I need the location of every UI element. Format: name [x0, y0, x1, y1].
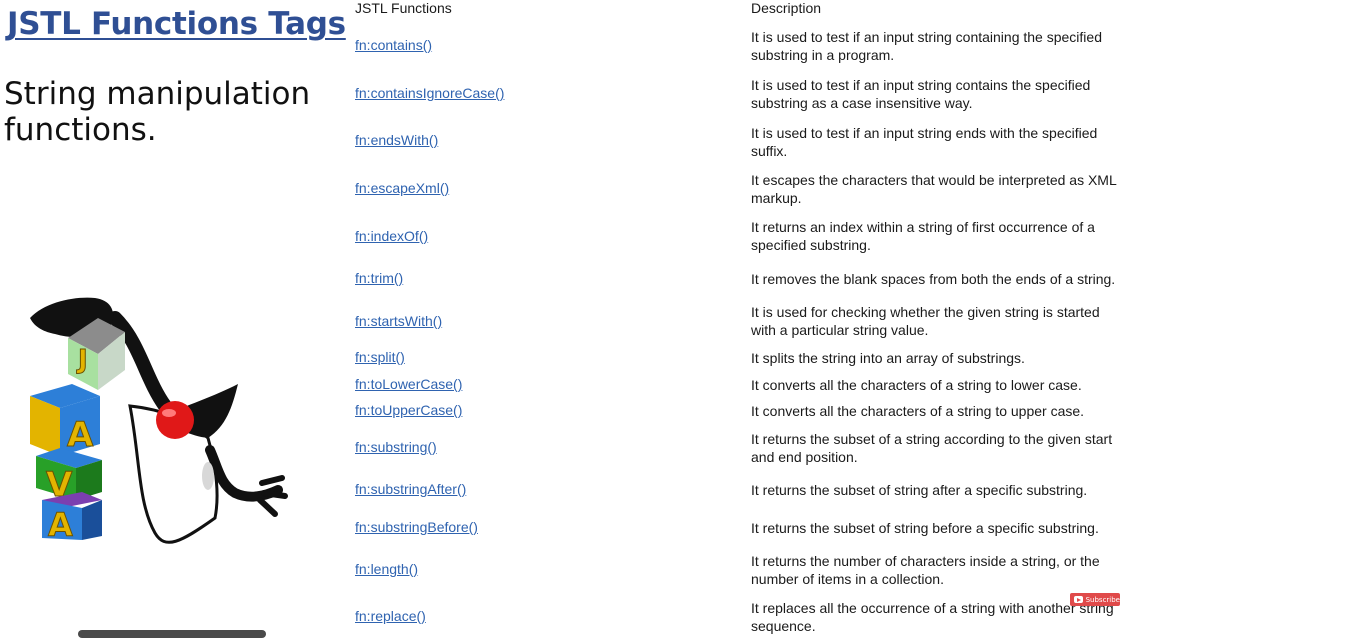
column-header-description: Description	[751, 0, 822, 16]
duke-right-arm-shade	[202, 462, 214, 490]
fn-contains-link[interactable]: fn:contains()	[355, 37, 432, 53]
fn-startswith-link[interactable]: fn:startsWith()	[355, 313, 442, 329]
desc-escapexml: It escapes the characters that would be …	[751, 172, 1117, 206]
duke-nose	[156, 401, 194, 439]
desc-substring: It returns the subset of a string accord…	[751, 431, 1113, 465]
a-block-top: A	[30, 384, 100, 456]
fn-substring-link[interactable]: fn:substring()	[355, 439, 437, 455]
duke-nose-shine	[162, 409, 176, 417]
fn-replace-link[interactable]: fn:replace()	[355, 608, 426, 624]
fn-split-link[interactable]: fn:split()	[355, 349, 405, 365]
subscribe-label: Subscribe	[1085, 595, 1120, 604]
fn-trim-link[interactable]: fn:trim()	[355, 270, 403, 286]
column-header-functions: JSTL Functions	[355, 0, 452, 16]
svg-text:J: J	[76, 345, 88, 375]
fn-endswith-link[interactable]: fn:endsWith()	[355, 132, 438, 148]
youtube-icon	[1074, 596, 1083, 603]
desc-contains: It is used to test if an input string co…	[751, 29, 1102, 63]
duke-right-arm	[205, 445, 283, 502]
page-subtitle: String manipulation functions.	[4, 76, 311, 148]
desc-length: It returns the number of characters insi…	[751, 553, 1100, 587]
fn-escapexml-link[interactable]: fn:escapeXml()	[355, 180, 449, 196]
svg-text:A: A	[67, 415, 94, 455]
svg-text:A: A	[48, 506, 73, 544]
java-duke-mascot-image: J A V A	[30, 297, 288, 545]
fn-substringafter-link[interactable]: fn:substringAfter()	[355, 481, 466, 497]
video-scrubber-bar[interactable]	[78, 630, 266, 638]
desc-tolowercase: It converts all the characters of a stri…	[751, 377, 1082, 393]
desc-touppercase: It converts all the characters of a stri…	[751, 403, 1085, 419]
desc-startswith: It is used for checking whether the give…	[751, 304, 1100, 338]
fn-containsignorecase-link[interactable]: fn:containsIgnoreCase()	[355, 85, 504, 101]
fn-indexof-link[interactable]: fn:indexOf()	[355, 228, 428, 244]
desc-trim: It removes the blank spaces from both th…	[751, 271, 1116, 287]
a-block-bottom: A	[42, 492, 102, 545]
desc-substringbefore: It returns the subset of string before a…	[751, 520, 1099, 536]
fn-length-link[interactable]: fn:length()	[355, 561, 418, 577]
desc-substringafter: It returns the subset of string after a …	[751, 482, 1088, 498]
fn-touppercase-link[interactable]: fn:toUpperCase()	[355, 402, 462, 418]
page-title[interactable]: JSTL Functions Tags	[7, 6, 346, 42]
desc-endswith: It is used to test if an input string en…	[751, 125, 1098, 159]
fn-substringbefore-link[interactable]: fn:substringBefore()	[355, 519, 478, 535]
fn-tolowercase-link[interactable]: fn:toLowerCase()	[355, 376, 462, 392]
subscribe-button[interactable]: Subscribe	[1070, 593, 1120, 606]
desc-indexof: It returns an index within a string of f…	[751, 219, 1095, 253]
desc-replace: It replaces all the occurrence of a stri…	[751, 600, 1114, 634]
desc-containsignorecase: It is used to test if an input string co…	[751, 77, 1091, 111]
desc-split: It splits the string into an array of su…	[751, 350, 1025, 366]
